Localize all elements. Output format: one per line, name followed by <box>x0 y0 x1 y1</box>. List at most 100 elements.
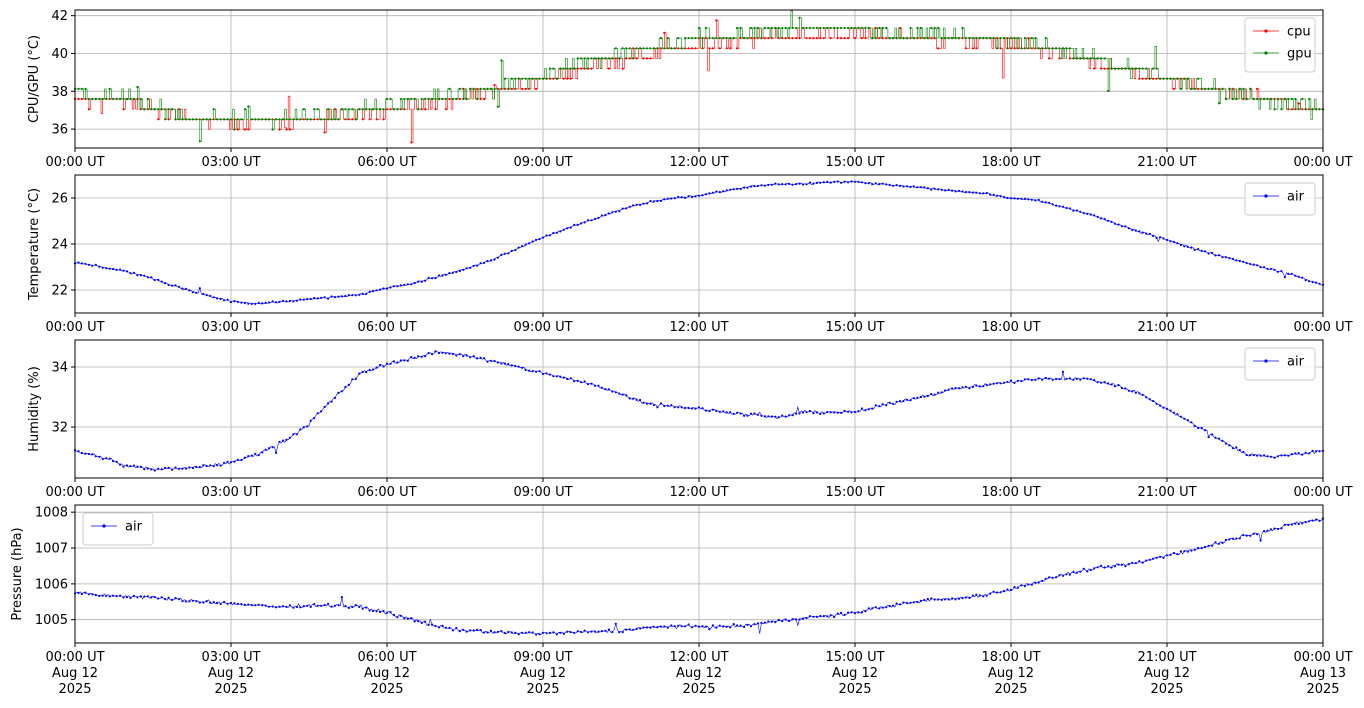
data-point <box>150 108 153 111</box>
y-tick-label: 42 <box>51 9 68 24</box>
data-point <box>517 633 520 636</box>
data-point <box>1204 250 1207 253</box>
data-point <box>562 77 565 80</box>
data-point <box>1096 566 1099 569</box>
data-point <box>1297 102 1300 105</box>
data-point <box>1263 97 1266 101</box>
data-point <box>205 600 208 603</box>
data-point <box>1138 392 1141 395</box>
data-point <box>271 300 274 303</box>
data-point <box>666 37 669 40</box>
data-point <box>1269 97 1273 101</box>
data-point <box>541 77 545 80</box>
data-point <box>1308 452 1311 455</box>
x-tick-label: 21:00 UT <box>1137 485 1196 500</box>
data-point <box>587 57 590 60</box>
data-point <box>385 97 389 101</box>
data-point <box>548 373 552 376</box>
data-point <box>559 230 562 233</box>
data-point <box>1110 383 1113 386</box>
data-point <box>888 401 891 404</box>
data-point <box>743 625 746 629</box>
data-point <box>202 601 205 604</box>
data-point <box>181 118 184 121</box>
data-point <box>899 37 902 40</box>
data-point <box>878 607 881 610</box>
data-point <box>261 604 264 607</box>
data-point <box>850 411 853 414</box>
data-point <box>711 191 715 194</box>
data-point <box>680 196 683 199</box>
data-point <box>1068 47 1071 50</box>
data-point <box>1287 272 1290 275</box>
data-point <box>1301 276 1304 279</box>
data-point <box>281 439 285 442</box>
data-point <box>1030 37 1033 40</box>
data-point <box>975 47 978 50</box>
data-point <box>271 446 274 449</box>
data-point <box>985 191 988 195</box>
data-point <box>919 26 923 30</box>
data-point <box>233 602 236 605</box>
data-point <box>98 455 101 458</box>
data-point <box>181 467 184 470</box>
data-point <box>150 276 153 279</box>
data-point <box>1152 557 1155 560</box>
data-point <box>139 465 142 468</box>
data-point <box>1086 377 1089 380</box>
data-point <box>184 287 187 290</box>
data-point <box>697 194 701 197</box>
data-point <box>1290 523 1293 526</box>
data-point <box>1051 203 1054 206</box>
data-point <box>1224 256 1227 259</box>
data-point <box>493 359 496 363</box>
data-point <box>295 433 298 436</box>
data-point <box>1315 281 1318 284</box>
data-point <box>517 365 520 368</box>
data-point <box>250 118 253 121</box>
data-point <box>1110 566 1113 569</box>
data-point <box>434 277 437 280</box>
data-point <box>916 26 919 30</box>
data-point <box>1141 561 1144 564</box>
data-point <box>1061 205 1065 208</box>
data-point <box>562 376 565 379</box>
data-point <box>822 181 825 184</box>
x-tick-label: 00:00 UT Aug 12 2025 <box>45 650 104 697</box>
data-point <box>531 240 534 243</box>
data-point <box>739 26 742 30</box>
data-point <box>545 77 548 80</box>
data-point <box>132 464 135 467</box>
data-point <box>1113 222 1117 225</box>
data-point <box>1141 231 1144 234</box>
data-point <box>1304 451 1307 454</box>
data-point <box>112 267 115 271</box>
data-point <box>424 108 427 111</box>
data-point <box>514 631 517 635</box>
data-point <box>535 77 538 80</box>
data-point <box>833 615 836 619</box>
data-point <box>1145 77 1148 80</box>
data-point <box>132 97 135 101</box>
data-point <box>892 402 895 405</box>
data-point <box>1217 542 1221 545</box>
data-point <box>278 440 281 443</box>
data-point <box>1238 87 1241 90</box>
data-point <box>715 626 718 629</box>
data-point <box>756 26 760 30</box>
data-point <box>1079 378 1082 381</box>
data-point <box>555 231 559 234</box>
data-point <box>292 606 295 609</box>
data-point <box>1113 67 1117 70</box>
data-point <box>254 302 257 305</box>
x-tick-label: 21:00 UT <box>1137 320 1196 335</box>
data-point <box>784 37 787 40</box>
data-point <box>607 67 611 70</box>
data-point <box>739 187 742 191</box>
data-point <box>1169 240 1172 243</box>
legend-marker <box>1264 51 1268 55</box>
data-point <box>1120 225 1123 228</box>
data-point <box>1016 197 1020 200</box>
data-point <box>1117 223 1120 226</box>
data-point <box>1020 584 1023 587</box>
